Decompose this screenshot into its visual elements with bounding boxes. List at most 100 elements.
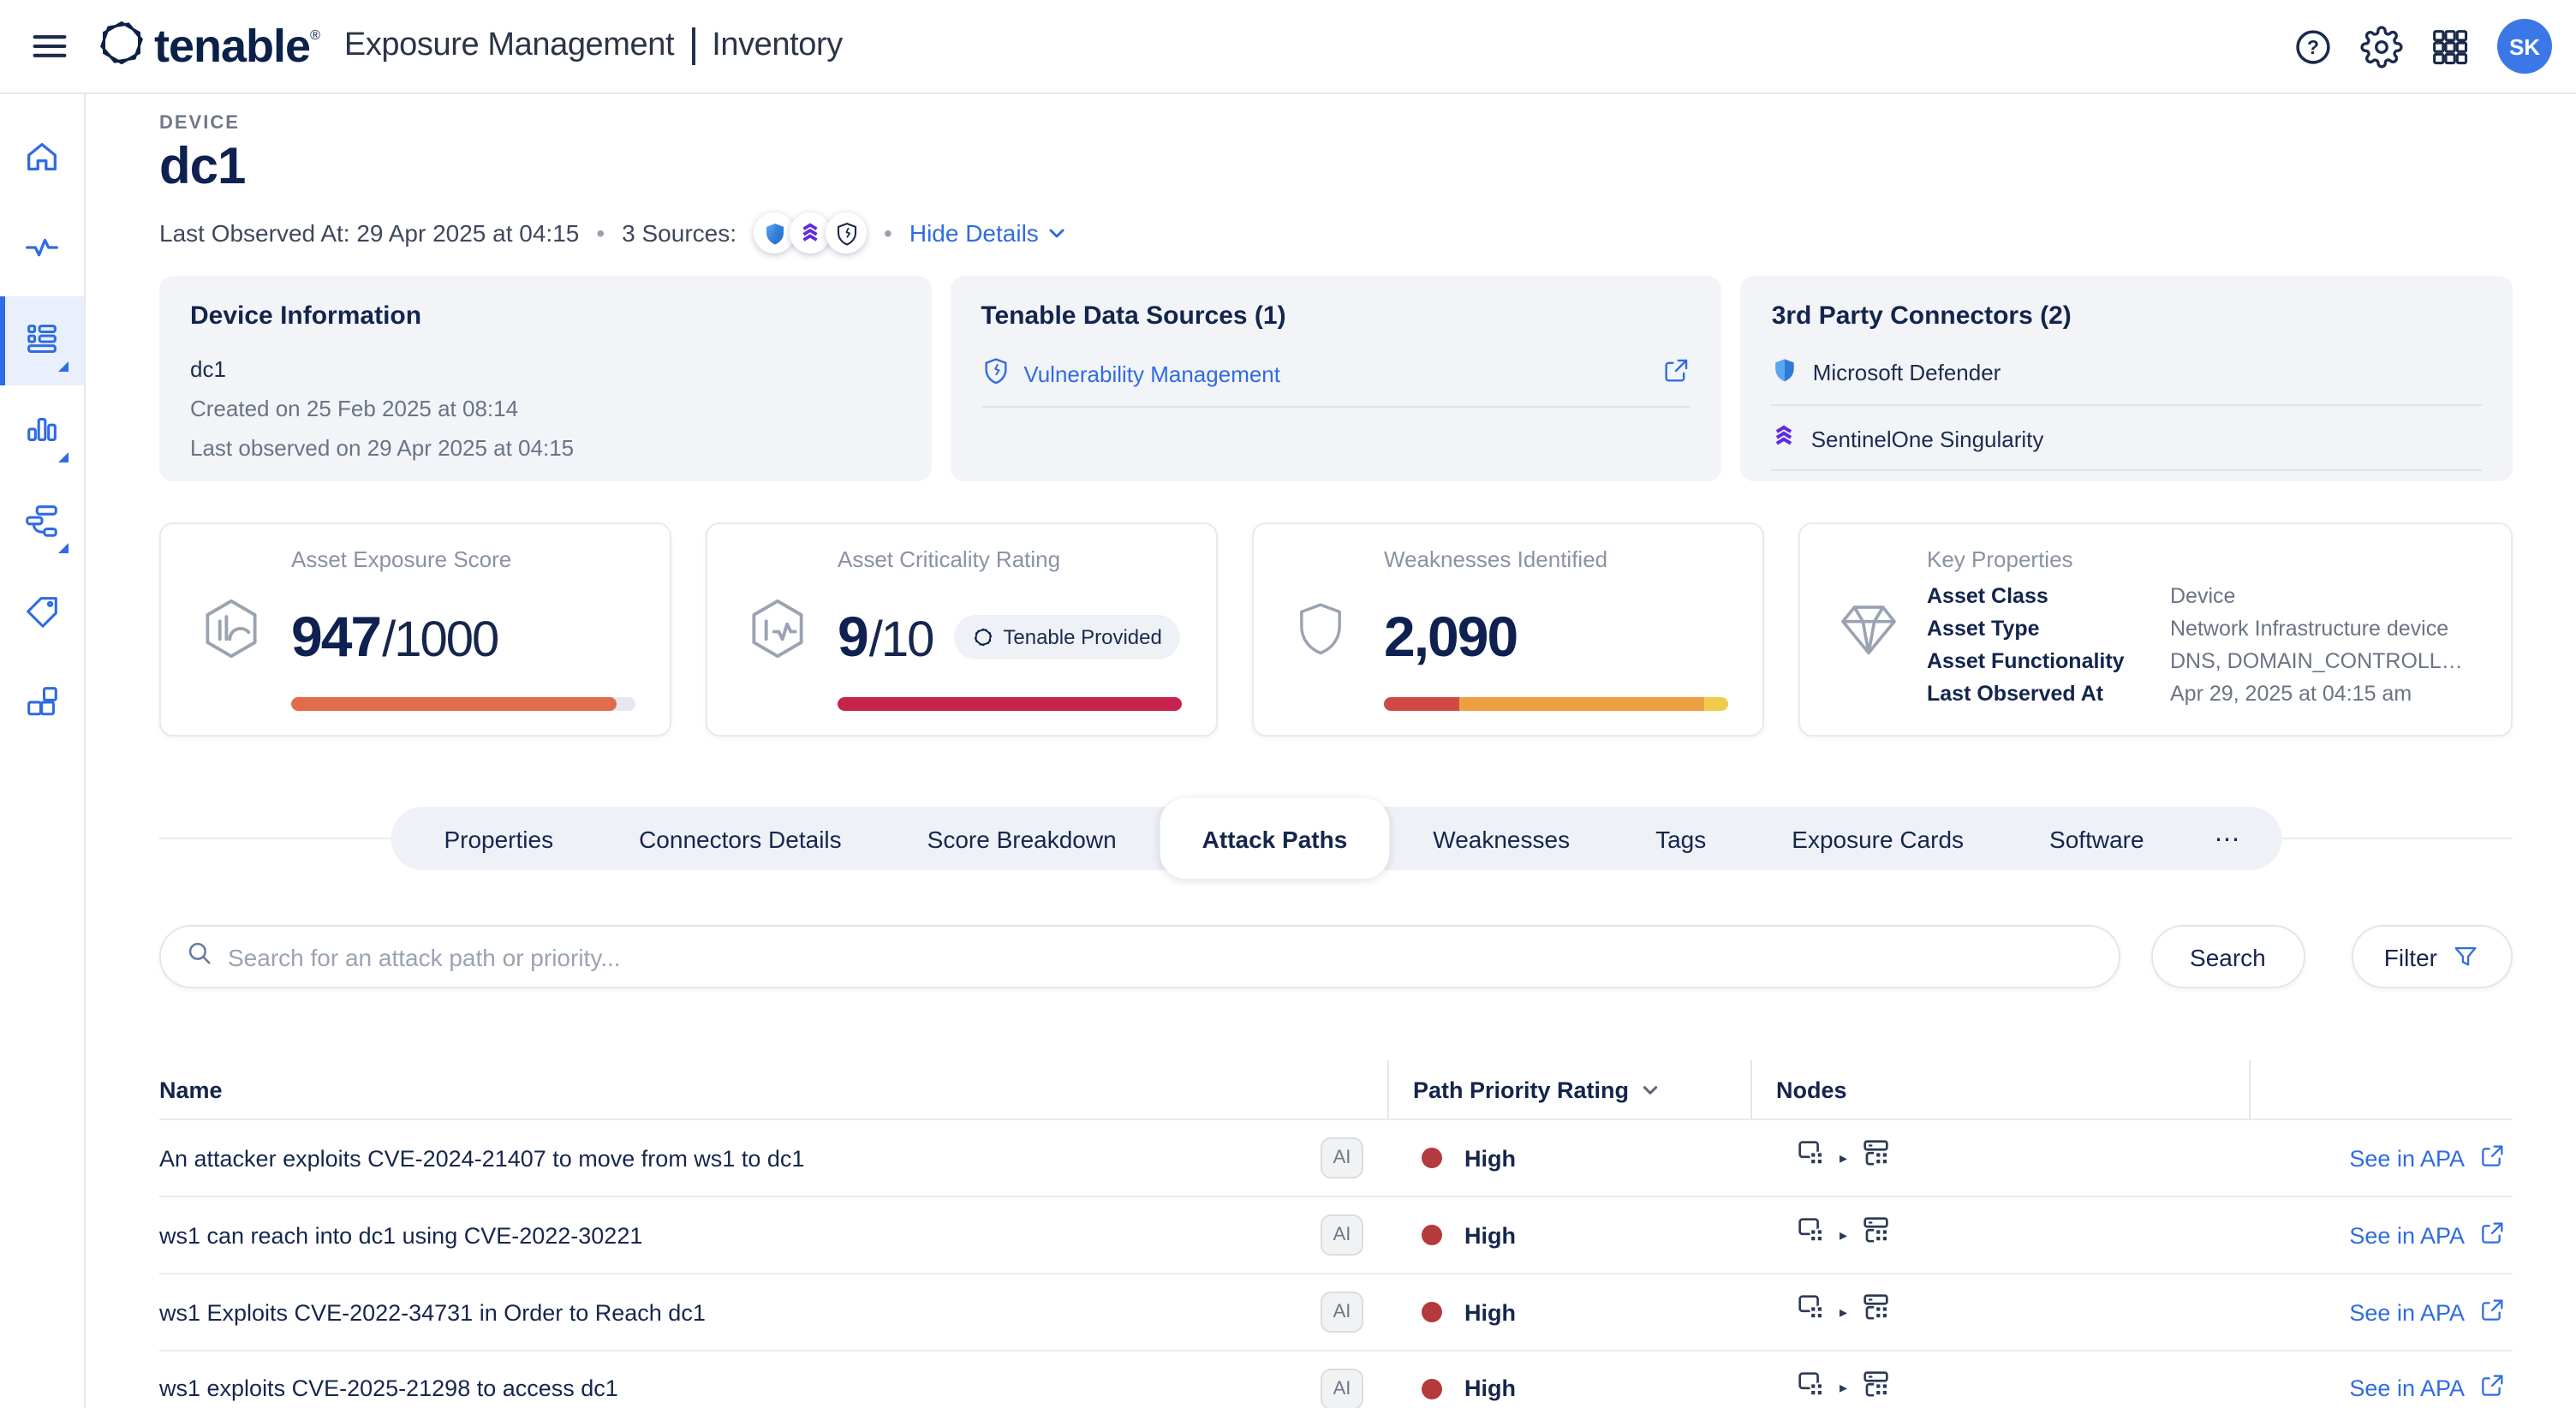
external-link-icon[interactable]	[2478, 1142, 2506, 1174]
dashboards-icon	[22, 409, 62, 454]
connector-name: SentinelOne Singularity	[1811, 426, 2044, 451]
title-divider	[691, 27, 695, 65]
see-in-apa-link[interactable]: See in APA	[2349, 1375, 2465, 1401]
vulnerability-management-link[interactable]: Vulnerability Management	[1023, 361, 1280, 386]
sidebar-item-dashboards[interactable]	[0, 387, 84, 476]
bullet-separator: •	[596, 219, 605, 247]
main-content: DEVICE dc1 Last Observed At: 29 Apr 2025…	[86, 94, 2576, 1408]
attack-path-row[interactable]: ws1 can reach into dc1 using CVE-2022-30…	[159, 1196, 2513, 1273]
submenu-indicator	[58, 452, 69, 462]
sidebar-item-attack-path[interactable]	[0, 478, 84, 567]
connector-name: Microsoft Defender	[1813, 360, 2001, 385]
attack-path-icon	[22, 500, 62, 545]
tab-score-breakdown[interactable]: Score Breakdown	[885, 807, 1160, 870]
column-header-path-priority: Path Priority Rating	[1387, 1060, 1750, 1119]
external-link-icon[interactable]	[1662, 356, 1691, 391]
severity-segment-critical	[1384, 697, 1459, 711]
sidebar-item-home[interactable]	[0, 115, 84, 204]
sidebar-item-tags[interactable]	[0, 569, 84, 658]
priority-dot	[1422, 1225, 1442, 1245]
tenable-hexagon-icon	[96, 16, 147, 76]
brand-wordmark: tenable	[154, 20, 310, 73]
priority-dot	[1422, 1378, 1442, 1399]
priority-label: High	[1464, 1375, 1516, 1401]
app: tenable ® Exposure Management Inventory …	[0, 0, 2576, 1408]
gem-icon	[1834, 546, 1927, 711]
settings-gear-icon[interactable]	[2360, 25, 2403, 68]
see-in-apa-link[interactable]: See in APA	[2349, 1222, 2465, 1248]
attack-path-name: ws1 exploits CVE-2025-21298 to access dc…	[159, 1375, 618, 1401]
sentinelone-icon	[1772, 423, 1798, 454]
severity-bar-track	[1384, 697, 1728, 711]
device-info-created: Created on 25 Feb 2025 at 08:14	[190, 396, 900, 421]
tab-properties[interactable]: Properties	[401, 807, 596, 870]
svg-text:?: ?	[2307, 35, 2319, 57]
tenable-hexagon-icon	[972, 627, 993, 647]
search-box	[159, 925, 2120, 988]
severity-segment-high	[1459, 697, 1703, 711]
tenable-provided-badge: Tenable Provided	[953, 615, 1180, 659]
source-node-icon	[1795, 1292, 1828, 1333]
property-label: Asset Type	[1927, 617, 2170, 641]
search-icon	[185, 938, 214, 975]
product-name: Exposure Management	[344, 27, 674, 65]
external-link-icon[interactable]	[2478, 1372, 2506, 1405]
hide-details-link[interactable]: Hide Details	[909, 219, 1068, 247]
search-row: Search Filter	[159, 925, 2513, 988]
connector-row: SentinelOne Singularity	[1772, 406, 2482, 471]
apps-blocks-icon	[22, 682, 62, 726]
criticality-hexagon-icon	[742, 546, 838, 711]
search-input[interactable]	[228, 943, 2094, 970]
tab-connectors-details[interactable]: Connectors Details	[596, 807, 885, 870]
activity-icon	[22, 228, 62, 272]
card-title: Tenable Data Sources (1)	[981, 301, 1690, 331]
score-value: 947	[291, 605, 380, 668]
tab-exposure-cards[interactable]: Exposure Cards	[1749, 807, 2007, 870]
external-link-icon[interactable]	[2478, 1296, 2506, 1328]
help-icon[interactable]: ?	[2292, 25, 2334, 68]
sidebar-item-activity[interactable]	[0, 206, 84, 295]
column-header-name: Name	[159, 1060, 1387, 1119]
asset-criticality-card: Asset Criticality Rating 9/10	[706, 522, 1218, 737]
menu-icon[interactable]	[21, 17, 79, 75]
search-button[interactable]: Search	[2150, 925, 2305, 988]
score-progress-track	[838, 697, 1182, 711]
property-value: Network Infrastructure device	[2170, 617, 2477, 641]
attack-path-row[interactable]: ws1 exploits CVE-2025-21298 to access dc…	[159, 1350, 2513, 1408]
target-node-icon	[1859, 1137, 1892, 1178]
external-link-icon[interactable]	[2478, 1219, 2506, 1251]
filter-button[interactable]: Filter	[2352, 925, 2513, 988]
tab-software[interactable]: Software	[2007, 807, 2187, 870]
tab-attack-paths[interactable]: Attack Paths	[1160, 798, 1391, 879]
tab-tags[interactable]: Tags	[1613, 807, 1749, 870]
sidebar-item-inventory[interactable]	[0, 296, 84, 385]
ai-badge: AI	[1321, 1368, 1363, 1408]
card-title: 3rd Party Connectors (2)	[1772, 301, 2482, 331]
connector-row: Microsoft Defender	[1772, 339, 2482, 406]
inventory-icon	[22, 319, 62, 363]
score-cards: Asset Exposure Score 947/1000	[159, 522, 2513, 737]
filter-funnel-icon	[2451, 942, 2480, 971]
sort-path-priority-button[interactable]: Path Priority Rating	[1413, 1077, 1660, 1102]
sentinelone-icon	[790, 212, 831, 254]
vm-shield-icon	[981, 356, 1010, 391]
score-progress-fill	[291, 697, 617, 711]
source-icons-group	[754, 212, 867, 254]
tabs-overflow-button[interactable]: ⋯	[2187, 807, 2271, 870]
property-label: Asset Class	[1927, 584, 2170, 608]
attack-path-row[interactable]: ws1 Exploits CVE-2022-34731 in Order to …	[159, 1273, 2513, 1350]
tenable-logo: tenable ®	[96, 16, 320, 76]
see-in-apa-link[interactable]: See in APA	[2349, 1145, 2465, 1171]
property-value: Apr 29, 2025 at 04:15 am	[2170, 682, 2477, 706]
tab-weaknesses[interactable]: Weaknesses	[1390, 807, 1613, 870]
see-in-apa-link[interactable]: See in APA	[2349, 1299, 2465, 1325]
source-node-icon	[1795, 1368, 1828, 1408]
avatar[interactable]: SK	[2497, 19, 2552, 74]
device-info-name: dc1	[190, 356, 900, 382]
sidebar-item-apps[interactable]	[0, 659, 84, 749]
top-bar: tenable ® Exposure Management Inventory …	[0, 0, 2576, 94]
asset-kind-label: DEVICE	[159, 113, 2513, 134]
apps-grid-icon[interactable]	[2429, 25, 2472, 68]
shield-icon	[1288, 546, 1384, 711]
attack-path-row[interactable]: An attacker exploits CVE-2024-21407 to m…	[159, 1119, 2513, 1196]
